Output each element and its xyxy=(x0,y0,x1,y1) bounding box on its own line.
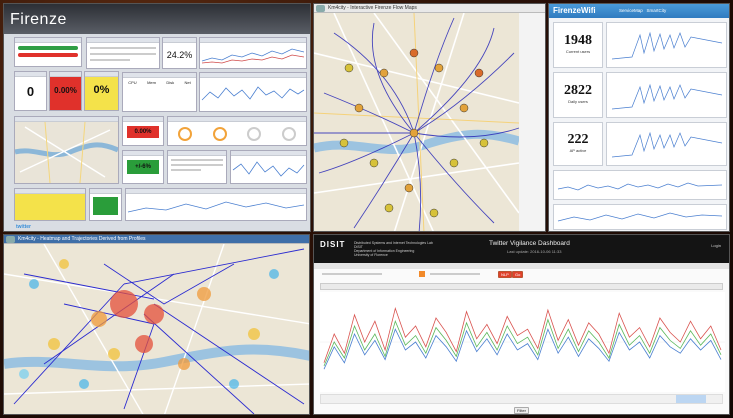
green-badge: +/-6% xyxy=(127,160,159,174)
progress-bar-red xyxy=(18,53,78,57)
wifi-panel: FirenzeWifi ServiceMap SmartCity 1948 Cu… xyxy=(548,3,730,232)
twitter-trend-chart xyxy=(320,292,725,392)
table-header: Mem xyxy=(147,80,156,85)
twitter-dashboard-title: Twitter Vigilance Dashboard xyxy=(489,240,570,247)
app-logo-icon xyxy=(6,236,15,243)
yellow-stats-widget xyxy=(14,188,86,221)
go-button[interactable]: Go xyxy=(512,271,524,278)
wifi-header: FirenzeWifi ServiceMap SmartCity xyxy=(549,4,729,18)
wifi-chart-1 xyxy=(606,22,727,68)
green-badge-widget: +/-6% xyxy=(122,150,164,184)
wifi-stat-value: 222 xyxy=(567,132,589,147)
wifi-stat-label: AP active xyxy=(569,148,587,153)
disit-logo: DISIT xyxy=(320,240,346,249)
info-widget xyxy=(86,37,160,69)
twitter-header: DISIT Distributed Systems and Internet T… xyxy=(314,235,729,263)
red-tile-value: 0.00% xyxy=(54,86,77,95)
twitter-vigilance-panel: DISIT Distributed Systems and Internet T… xyxy=(313,234,730,415)
flow-map-title: Km4city - Interactive Firenze Flow Maps xyxy=(328,5,417,11)
resource-table: CPU Mem Disk Net xyxy=(122,72,197,112)
range-selector[interactable] xyxy=(676,395,706,403)
wifi-stat-value: 2822 xyxy=(564,83,592,98)
login-link[interactable]: Login xyxy=(711,243,721,248)
trend-chart-2 xyxy=(201,86,305,101)
map-layer-sidebar xyxy=(519,13,545,231)
wifi-stat-label: Daily users xyxy=(568,99,588,104)
trend-chart-4 xyxy=(127,201,305,213)
table-header: Disk xyxy=(166,80,175,85)
filter-button[interactable]: Filter xyxy=(514,407,529,414)
nlp-button[interactable]: NLP xyxy=(498,271,512,278)
wifi-stat-2: 2822 Daily users xyxy=(553,72,603,118)
mini-map xyxy=(15,121,118,183)
twitter-last-update: Last update: 2016-10-06 11:33 xyxy=(507,249,562,254)
yellow-tile-value: 0% xyxy=(93,84,110,96)
trend-chart-3 xyxy=(232,161,305,177)
flow-map-panel: Km4city - Interactive Firenze Flow Maps xyxy=(313,3,546,232)
table-header: Net xyxy=(184,80,191,85)
range-navigator[interactable] xyxy=(320,394,723,404)
flow-map-appbar: Km4city - Interactive Firenze Flow Maps xyxy=(314,4,545,13)
trend-widget-4 xyxy=(125,188,307,221)
wifi-link[interactable]: SmartCity xyxy=(647,8,667,13)
heatmap-appbar: Km4city - Heatmap and Trajectories Deriv… xyxy=(4,235,309,244)
text-list-widget xyxy=(167,150,227,184)
wifi-stat-value: 1948 xyxy=(564,33,592,48)
wifi-title: FirenzeWifi xyxy=(553,6,596,15)
twitter-filter-bar: NLP Go xyxy=(314,269,729,283)
wifi-chart-3 xyxy=(606,122,727,166)
red-badge-widget: 0.00% xyxy=(122,116,164,146)
wifi-stat-3: 222 AP active xyxy=(553,122,603,166)
table-header: CPU xyxy=(128,80,137,85)
red-tile: 0.00% xyxy=(49,71,82,111)
gauge-icon xyxy=(247,127,262,141)
app-logo-icon xyxy=(316,5,325,12)
org-info: Distributed Systems and Internet Technol… xyxy=(354,241,433,257)
trend-chart-1 xyxy=(201,48,305,64)
wifi-chart-5 xyxy=(553,204,727,230)
warning-icon xyxy=(419,271,425,277)
gauges-widget xyxy=(167,116,307,146)
footer-twitter: twitter xyxy=(16,224,31,230)
chart-toolbar xyxy=(320,283,723,290)
green-box-widget xyxy=(89,188,122,221)
flow-map[interactable] xyxy=(314,13,546,232)
wifi-chart-2 xyxy=(606,72,727,118)
yellow-tile: 0% xyxy=(84,71,119,111)
percent-widget: 24.2% xyxy=(162,37,197,69)
zero-tile: 0 xyxy=(14,71,47,111)
wifi-stat-1: 1948 Current users xyxy=(553,22,603,68)
wifi-link[interactable]: ServiceMap xyxy=(619,8,643,13)
trend-widget-3 xyxy=(230,150,307,184)
gauge-icon xyxy=(212,127,227,141)
progress-widget xyxy=(14,37,82,67)
gauge-icon xyxy=(178,127,193,141)
heatmap-title: Km4city - Heatmap and Trajectories Deriv… xyxy=(18,236,146,242)
zero-value: 0 xyxy=(26,84,35,99)
percent-value: 24.2% xyxy=(166,50,193,60)
mini-map-widget[interactable] xyxy=(14,116,119,184)
wifi-chart-4 xyxy=(553,170,727,200)
heatmap-panel: Km4city - Heatmap and Trajectories Deriv… xyxy=(3,234,310,415)
trend-widget-1 xyxy=(199,37,307,69)
dashboard-title: Firenze xyxy=(10,11,67,28)
trend-widget-2 xyxy=(199,72,307,112)
firenze-dashboard-panel: Firenze 0 0.00% 0% 24.2% CPU Mem Disk Ne… xyxy=(3,3,311,232)
gauge-icon xyxy=(281,127,296,141)
wifi-stat-label: Current users xyxy=(565,49,591,54)
red-badge: 0.00% xyxy=(127,126,159,138)
heat-map[interactable] xyxy=(4,244,310,415)
progress-bar-green xyxy=(18,46,78,50)
